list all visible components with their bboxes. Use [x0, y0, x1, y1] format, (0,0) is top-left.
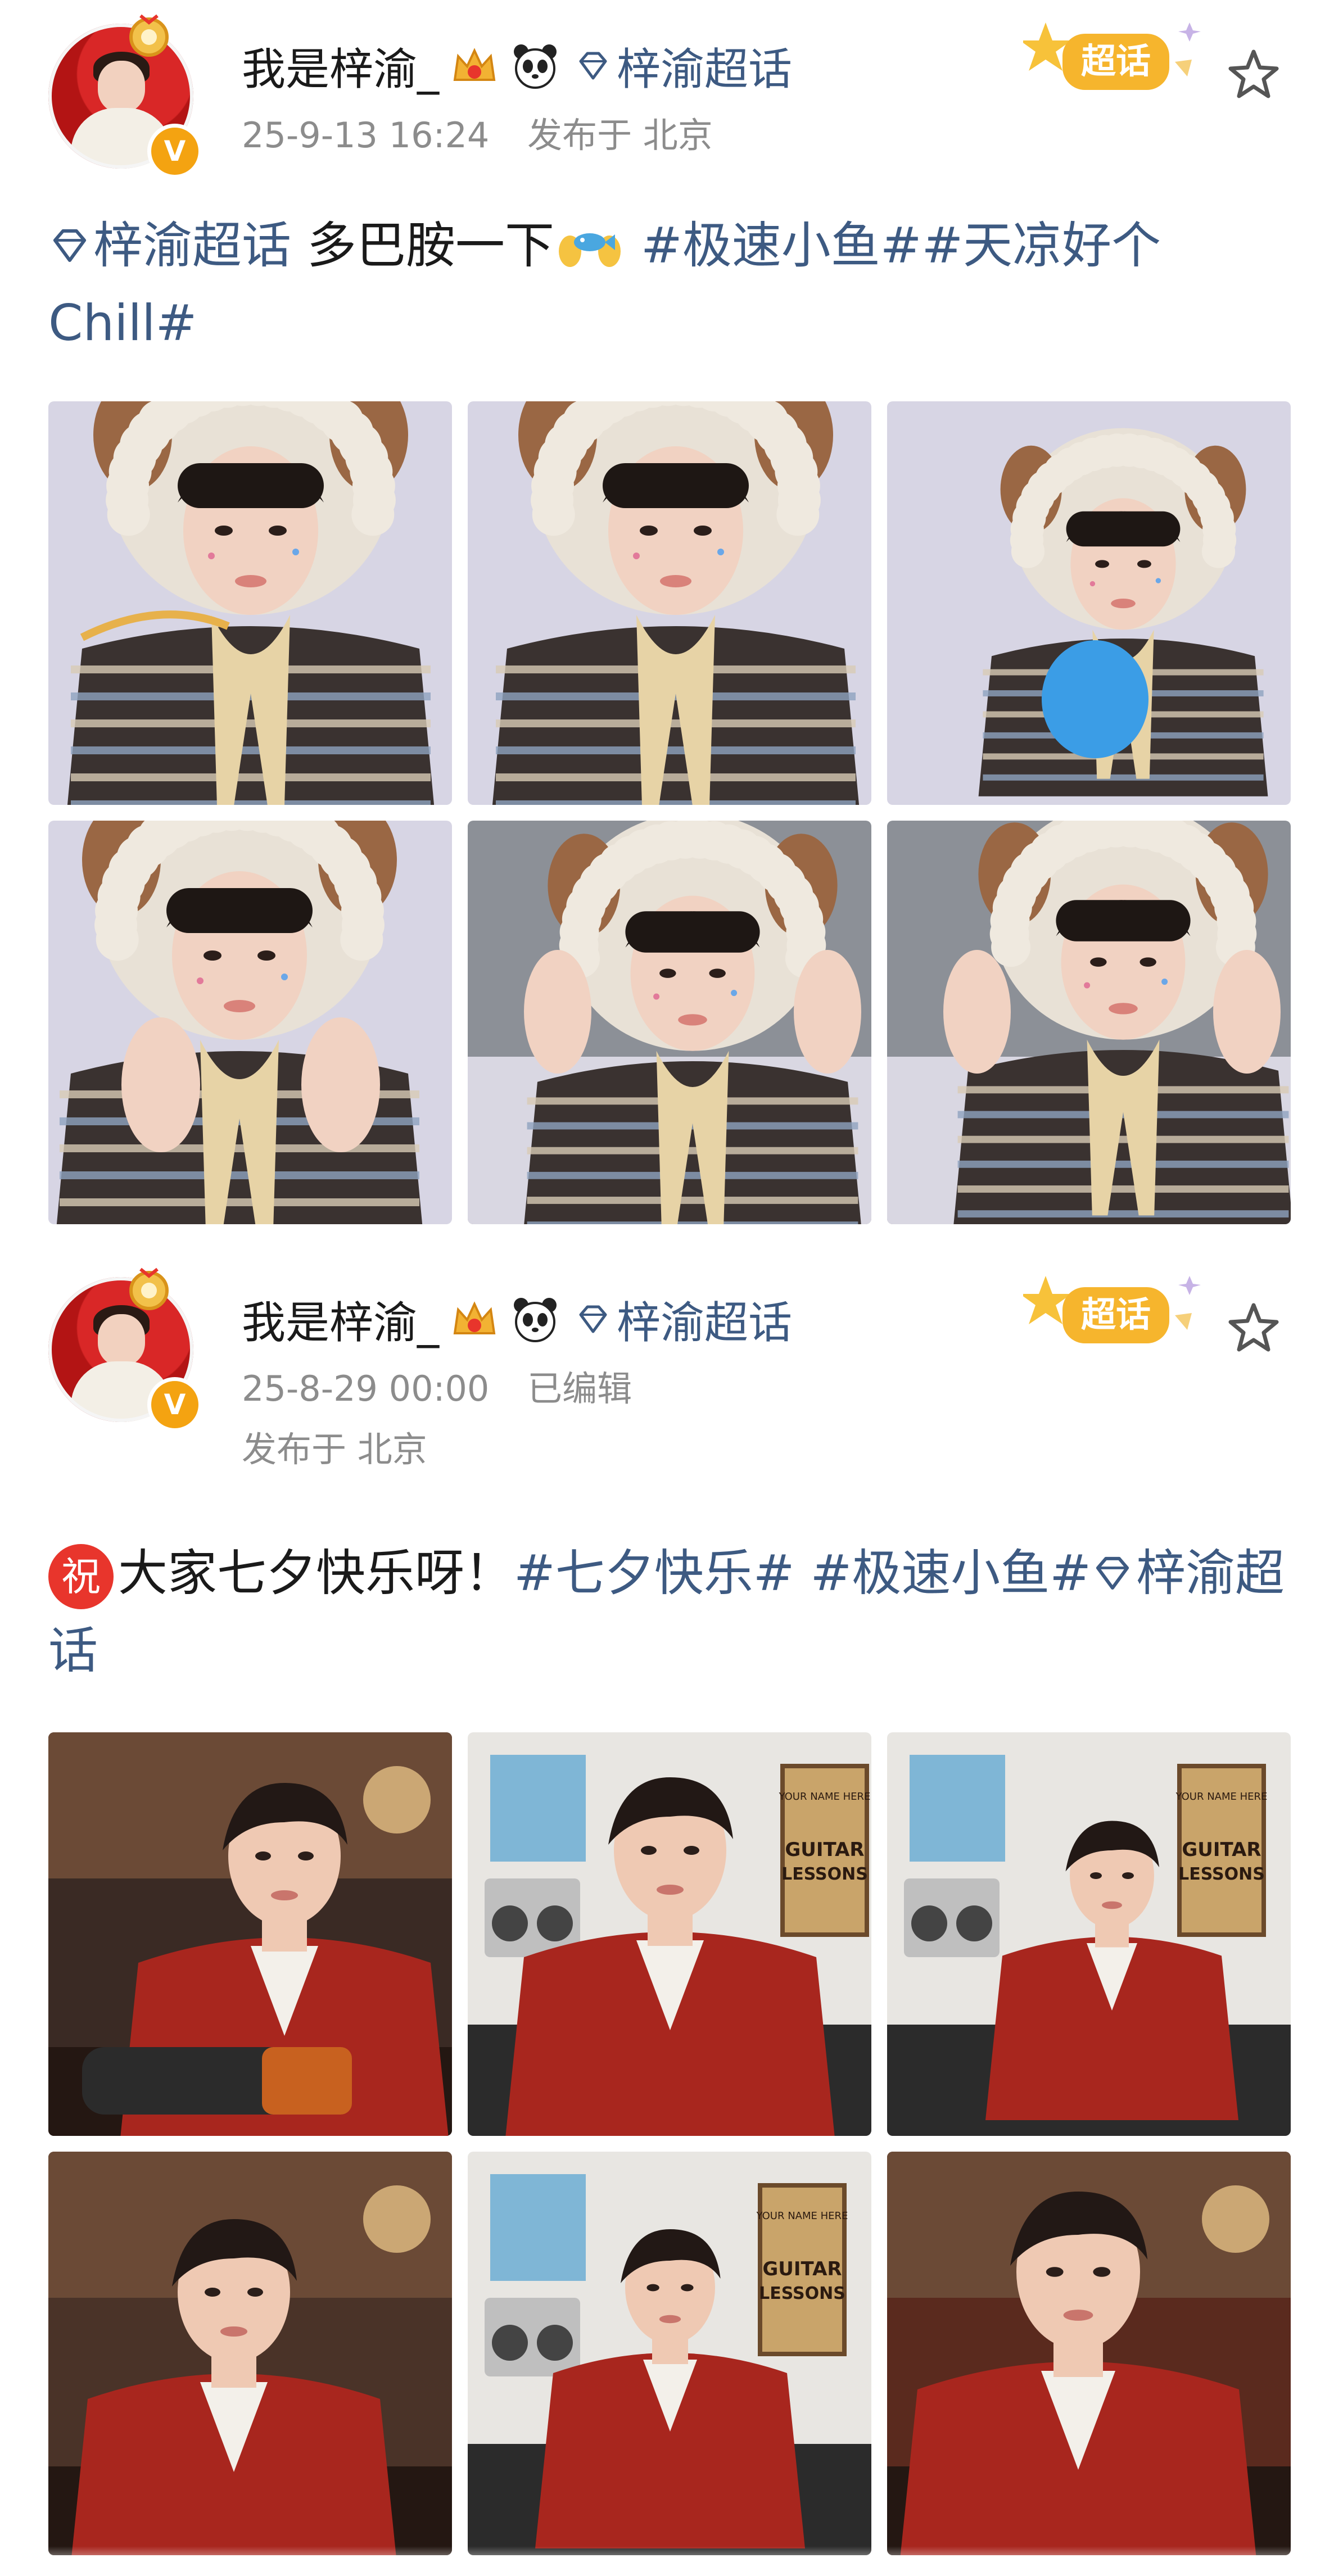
- photo-red-jacket-guitar-sign[interactable]: YOUR NAME HERE GUITAR LESSONS: [468, 2152, 871, 2555]
- diamond-icon: [1096, 1556, 1129, 1590]
- photo-image: YOUR NAME HERE GUITAR LESSONS: [887, 1732, 1291, 2136]
- fish-hands-emoji-icon: [559, 233, 621, 267]
- photo-image: [48, 1732, 452, 2136]
- photo-image: [468, 821, 871, 1224]
- photo-red-jacket-portrait[interactable]: [887, 2152, 1291, 2555]
- star-icon[interactable]: [1226, 46, 1282, 102]
- photo-red-jacket-sitting[interactable]: YOUR NAME HERE GUITAR LESSONS: [887, 1732, 1291, 2136]
- photo-image: [468, 401, 871, 805]
- author-row: 我是梓渝_ 梓渝超话: [242, 35, 792, 97]
- verified-badge-icon: V: [147, 124, 202, 179]
- post-time: 25-8-29 00:00: [242, 1368, 490, 1409]
- weibo-post: V 我是梓渝_ 梓渝超话 25-9-13 16:24 发布于 北京 超话 梓渝超…: [0, 0, 1343, 1253]
- guitar-sign-line2: GUITAR: [785, 1839, 864, 1861]
- diamond-icon: [579, 52, 607, 80]
- post-meta: 25-8-29 00:00 已编辑: [242, 1360, 659, 1411]
- supertopic-tag-label: 超话: [1081, 1294, 1151, 1335]
- photo-fur-hat-ribbon[interactable]: [48, 401, 452, 805]
- guitar-sign-line1: YOUR NAME HERE: [756, 2210, 848, 2222]
- photo-fur-hat-hold-ears[interactable]: [468, 821, 871, 1224]
- author-row: 我是梓渝_ 梓渝超话: [242, 1288, 792, 1350]
- supertopic-tag-label: 超话: [1081, 40, 1151, 82]
- photo-fur-hat-hold-ears-2[interactable]: [887, 821, 1291, 1224]
- diamond-icon: [579, 1305, 607, 1333]
- photo-red-jacket-sunlight[interactable]: [48, 2152, 452, 2555]
- author-name[interactable]: 我是梓渝_: [242, 34, 439, 97]
- crown-vip-icon: [449, 40, 500, 91]
- panda-icon: [510, 1294, 560, 1344]
- supertopic-inline-link[interactable]: 梓渝超话: [48, 216, 291, 274]
- supertopic-tag-icon[interactable]: 超话: [1023, 6, 1209, 112]
- photo-image: YOUR NAME HERE GUITAR LESSONS: [468, 2152, 871, 2555]
- post-location: 发布于 北京: [242, 1429, 427, 1470]
- guitar-sign-line3: LESSONS: [1178, 1864, 1265, 1884]
- crown-vip-icon: [449, 1294, 500, 1344]
- guitar-sign-line2: GUITAR: [1182, 1839, 1261, 1861]
- zhu-emoji-icon: 祝: [48, 1544, 114, 1609]
- weibo-post: V 我是梓渝_ 梓渝超话 25-8-29 00:00 已编辑 发布于 北京 超话…: [0, 1253, 1343, 2576]
- post-meta-location: 发布于 北京: [242, 1421, 454, 1472]
- photo-grid: [48, 401, 1291, 1224]
- guitar-sign-line3: LESSONS: [781, 1864, 868, 1884]
- post-body: 大家七夕快乐呀！: [118, 1544, 514, 1602]
- post-meta: 25-9-13 16:24 发布于 北京: [242, 107, 740, 157]
- supertopic-label: 梓渝超话: [617, 44, 793, 95]
- photo-image: [48, 821, 452, 1224]
- star-icon[interactable]: [1226, 1300, 1282, 1356]
- photo-image: [887, 401, 1291, 805]
- post-time: 25-9-13 16:24: [242, 115, 490, 156]
- fan-badge-icon: [129, 14, 169, 57]
- author-name[interactable]: 我是梓渝_: [242, 1288, 439, 1351]
- photo-red-jacket-radio[interactable]: YOUR NAME HERE GUITAR LESSONS: [468, 1732, 871, 2136]
- supertopic-link[interactable]: 梓渝超话: [575, 1288, 792, 1351]
- post-edited[interactable]: 已编辑: [527, 1368, 632, 1409]
- photo-fur-hat-balloon[interactable]: [887, 401, 1291, 805]
- photo-grid: YOUR NAME HERE GUITAR LESSONS YOUR NAME HER…: [48, 1732, 1291, 2555]
- photo-red-jacket-motorcycle[interactable]: [48, 1732, 452, 2136]
- guitar-sign-line2: GUITAR: [762, 2258, 842, 2280]
- verified-badge-icon: V: [147, 1377, 202, 1432]
- photo-fur-hat-hand[interactable]: [468, 401, 871, 805]
- post-text: 梓渝超话 多巴胺一下 #极速小鱼##天凉好个Chill#: [48, 207, 1296, 362]
- photo-image: [48, 401, 452, 805]
- photo-image: [48, 2152, 452, 2555]
- panda-icon: [510, 40, 560, 91]
- bottom-fade: [0, 2546, 1343, 2576]
- supertopic-tag-icon[interactable]: 超话: [1023, 1259, 1209, 1366]
- fan-badge-icon: [129, 1267, 169, 1310]
- supertopic-label: 梓渝超话: [617, 1298, 793, 1348]
- supertopic-link[interactable]: 梓渝超话: [575, 34, 792, 97]
- guitar-sign-line3: LESSONS: [759, 2284, 845, 2303]
- photo-image: YOUR NAME HERE GUITAR LESSONS: [468, 1732, 871, 2136]
- post-location: 发布于 北京: [527, 115, 713, 156]
- diamond-icon: [53, 229, 87, 262]
- post-text: 祝大家七夕快乐呀！#七夕快乐# #极速小鱼# 梓渝超话: [48, 1534, 1296, 1690]
- photo-fur-hat-hands-cheeks[interactable]: [48, 821, 452, 1224]
- guitar-sign-line1: YOUR NAME HERE: [779, 1791, 871, 1803]
- guitar-sign-line1: YOUR NAME HERE: [1175, 1791, 1268, 1803]
- photo-image: [887, 2152, 1291, 2555]
- photo-image: [887, 821, 1291, 1224]
- post-body: 多巴胺一下: [291, 216, 554, 274]
- hashtags[interactable]: #七夕快乐# #极速小鱼#: [514, 1544, 1091, 1602]
